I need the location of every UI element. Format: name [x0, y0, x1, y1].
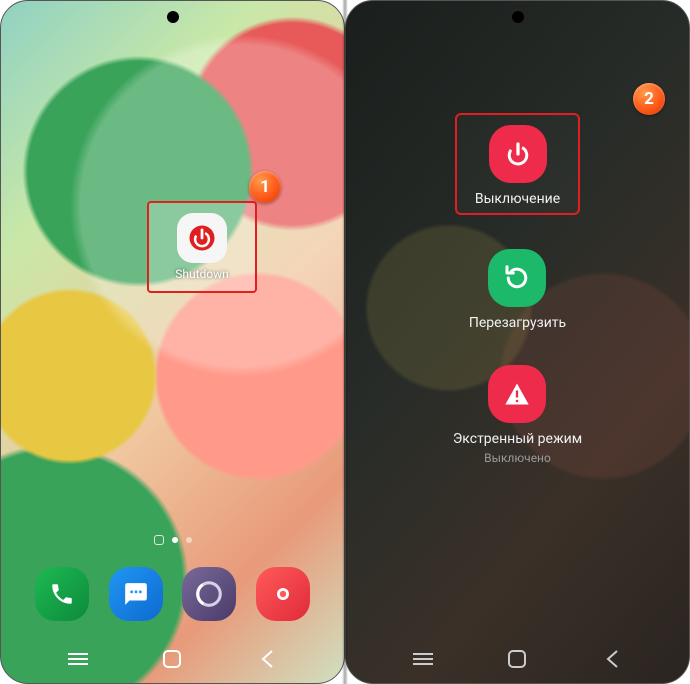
- dock-phone-app[interactable]: [35, 567, 89, 621]
- page-indicator: [1, 537, 344, 545]
- messages-icon: [123, 581, 149, 607]
- power-off-label: Выключение: [475, 191, 560, 207]
- shutdown-app-icon: [177, 213, 227, 263]
- annotation-badge-2: 2: [633, 83, 665, 115]
- phone-icon: [49, 581, 75, 607]
- dock-browser-app[interactable]: [182, 567, 236, 621]
- restart-icon: [488, 249, 546, 307]
- restart-option[interactable]: Перезагрузить: [469, 249, 566, 331]
- dock: [1, 567, 344, 621]
- power-off-icon: [489, 125, 547, 183]
- emergency-mode-option[interactable]: Экстренный режим Выключено: [453, 365, 582, 465]
- camera-icon: [271, 582, 295, 606]
- emergency-sub-label: Выключено: [484, 451, 551, 465]
- power-menu-list: Выключение Перезагрузить Экстренный режи…: [346, 113, 689, 465]
- dock-messages-app[interactable]: [109, 567, 163, 621]
- android-nav-bar: [346, 635, 689, 683]
- shutdown-app-label: Shutdown: [175, 267, 229, 281]
- nav-home-button[interactable]: [161, 648, 183, 670]
- phone-home-screen: Shutdown 1: [0, 0, 345, 684]
- power-off-option[interactable]: Выключение: [455, 113, 580, 215]
- browser-icon: [194, 579, 224, 609]
- page-dot[interactable]: [172, 537, 178, 543]
- emergency-icon: [488, 365, 546, 423]
- android-nav-bar: [1, 635, 344, 683]
- nav-back-button[interactable]: [601, 648, 623, 670]
- restart-label: Перезагрузить: [469, 315, 566, 331]
- emergency-label: Экстренный режим: [453, 431, 582, 447]
- camera-cutout: [512, 11, 524, 23]
- shutdown-app-highlight[interactable]: Shutdown: [147, 201, 257, 293]
- annotation-badge-1: 1: [249, 171, 281, 203]
- nav-home-button[interactable]: [506, 648, 528, 670]
- nav-recent-button[interactable]: [67, 648, 89, 670]
- nav-recent-button[interactable]: [412, 648, 434, 670]
- phone-power-menu: 2 Выключение Перезагрузить: [345, 0, 690, 684]
- page-dot-home[interactable]: [154, 535, 164, 545]
- page-dot[interactable]: [186, 537, 192, 543]
- camera-cutout: [167, 11, 179, 23]
- nav-back-button[interactable]: [256, 648, 278, 670]
- dock-camera-app[interactable]: [256, 567, 310, 621]
